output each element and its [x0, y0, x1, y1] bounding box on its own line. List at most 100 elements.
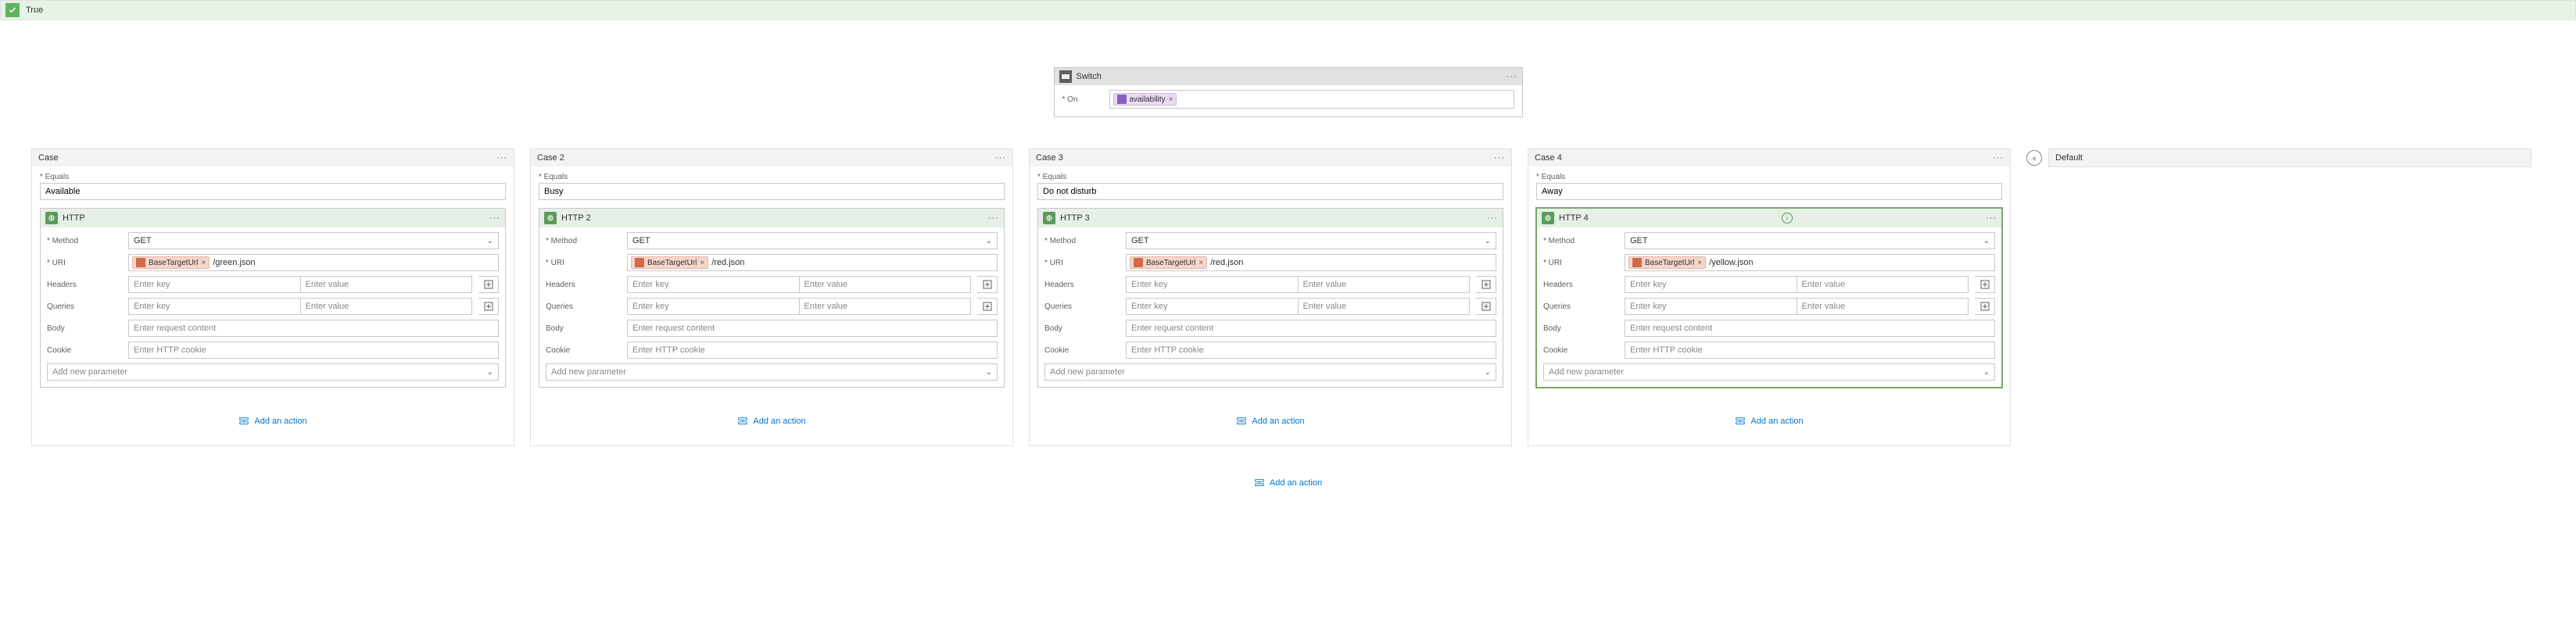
http-header[interactable]: HTTP 3 ··· [1038, 209, 1503, 227]
equals-input[interactable] [1536, 183, 2002, 200]
case-header[interactable]: Case 2 ··· [531, 149, 1012, 166]
http-header[interactable]: HTTP 4 i ··· [1537, 209, 2001, 227]
query-key-input[interactable]: Enter key [1625, 298, 1797, 315]
method-select[interactable]: GET⌄ [1625, 232, 1995, 249]
header-key-input[interactable]: Enter key [128, 276, 301, 293]
http-menu-button[interactable]: ··· [1986, 213, 1997, 223]
body-input[interactable]: Enter request content [627, 320, 998, 337]
token-base-target-url[interactable]: BaseTargetUrl× [132, 256, 210, 269]
body-input[interactable]: Enter request content [1625, 320, 1995, 337]
header-value-input[interactable]: Enter value [1299, 276, 1471, 293]
http-header[interactable]: HTTP ··· [41, 209, 505, 227]
case-header[interactable]: Case 4 ··· [1528, 149, 2010, 166]
case-menu-button[interactable]: ··· [995, 153, 1006, 163]
switch-header[interactable]: Switch ··· [1055, 68, 1522, 85]
condition-true-branch-header[interactable]: True [0, 0, 2576, 20]
headers-add-button[interactable] [977, 276, 998, 293]
token-remove-button[interactable]: × [700, 259, 704, 267]
equals-input[interactable] [1037, 183, 1503, 200]
add-action-case[interactable]: Add an action [1037, 416, 1503, 427]
header-key-input[interactable]: Enter key [1625, 276, 1797, 293]
header-value-input[interactable]: Enter value [1797, 276, 1969, 293]
case-card: Case 2 ··· * Equals HTTP 2 ··· * Method … [530, 148, 1013, 446]
header-key-input[interactable]: Enter key [1126, 276, 1299, 293]
query-value-input[interactable]: Enter value [301, 298, 473, 315]
header-key-input[interactable]: Enter key [627, 276, 800, 293]
queries-add-button[interactable] [977, 298, 998, 315]
uri-input[interactable]: BaseTargetUrl× /red.json [627, 254, 998, 271]
header-value-input[interactable]: Enter value [800, 276, 972, 293]
headers-add-button[interactable] [478, 276, 499, 293]
add-parameter-select[interactable]: Add new parameter⌄ [47, 363, 499, 381]
method-select[interactable]: GET⌄ [627, 232, 998, 249]
headers-add-button[interactable] [1476, 276, 1496, 293]
add-action-case[interactable]: Add an action [40, 416, 506, 427]
uri-input[interactable]: BaseTargetUrl× /green.json [128, 254, 499, 271]
uri-input[interactable]: BaseTargetUrl× /yellow.json [1625, 254, 1995, 271]
token-base-target-url[interactable]: BaseTargetUrl× [1130, 256, 1207, 269]
body-input[interactable]: Enter request content [128, 320, 499, 337]
add-parameter-select[interactable]: Add new parameter⌄ [1044, 363, 1496, 381]
method-select[interactable]: GET⌄ [128, 232, 499, 249]
headers-add-button[interactable] [1975, 276, 1995, 293]
add-case-button[interactable]: + [2026, 150, 2042, 166]
query-value-input[interactable]: Enter value [800, 298, 972, 315]
body-input[interactable]: Enter request content [1126, 320, 1496, 337]
queries-kv: Enter keyEnter value [627, 298, 971, 315]
http-menu-button[interactable]: ··· [1487, 213, 1498, 223]
query-value-input[interactable]: Enter value [1299, 298, 1471, 315]
default-header[interactable]: Default [2049, 149, 2531, 166]
add-action-case[interactable]: Add an action [539, 416, 1005, 427]
method-value: GET [1630, 236, 1648, 245]
http-header[interactable]: HTTP 2 ··· [539, 209, 1004, 227]
switch-card[interactable]: Switch ··· * On availability × [1054, 67, 1523, 117]
token-remove-button[interactable]: × [1697, 259, 1702, 267]
headers-label: Headers [47, 281, 122, 289]
info-icon[interactable]: i [1782, 213, 1793, 224]
add-parameter-select[interactable]: Add new parameter⌄ [1543, 363, 1995, 381]
token-base-target-url[interactable]: BaseTargetUrl× [631, 256, 708, 269]
queries-add-button[interactable] [1975, 298, 1995, 315]
header-value-input[interactable]: Enter value [301, 276, 473, 293]
case-header[interactable]: Case 3 ··· [1030, 149, 1511, 166]
query-key-input[interactable]: Enter key [128, 298, 301, 315]
queries-add-button[interactable] [478, 298, 499, 315]
token-base-target-url[interactable]: BaseTargetUrl× [1628, 256, 1706, 269]
cookie-label: Cookie [546, 346, 621, 355]
case-header[interactable]: Case ··· [32, 149, 514, 166]
queries-add-button[interactable] [1476, 298, 1496, 315]
query-value-input[interactable]: Enter value [1797, 298, 1969, 315]
equals-input[interactable] [539, 183, 1005, 200]
cookie-input[interactable]: Enter HTTP cookie [627, 342, 998, 359]
add-parameter-label: Add new parameter [1050, 367, 1125, 377]
add-parameter-label: Add new parameter [52, 367, 127, 377]
case-menu-button[interactable]: ··· [1494, 153, 1505, 163]
token-remove-button[interactable]: × [201, 259, 206, 267]
case-menu-button[interactable]: ··· [1993, 153, 2004, 163]
add-parameter-select[interactable]: Add new parameter⌄ [546, 363, 998, 381]
http-menu-button[interactable]: ··· [489, 213, 500, 223]
case-menu-button[interactable]: ··· [496, 153, 507, 163]
token-label: BaseTargetUrl [149, 259, 198, 267]
token-label: BaseTargetUrl [1146, 259, 1195, 267]
cookie-input[interactable]: Enter HTTP cookie [1126, 342, 1496, 359]
token-remove-button[interactable]: × [1169, 95, 1173, 104]
query-key-input[interactable]: Enter key [1126, 298, 1299, 315]
add-action-bottom[interactable]: Add an action [1254, 478, 1322, 488]
token-remove-button[interactable]: × [1198, 259, 1203, 267]
switch-menu-button[interactable]: ··· [1507, 72, 1517, 81]
headers-kv: Enter keyEnter value [1126, 276, 1470, 293]
headers-label: Headers [546, 281, 621, 289]
http-menu-button[interactable]: ··· [988, 213, 999, 223]
queries-kv: Enter keyEnter value [1126, 298, 1470, 315]
uri-input[interactable]: BaseTargetUrl× /red.json [1126, 254, 1496, 271]
headers-label: Headers [1543, 281, 1618, 289]
cookie-input[interactable]: Enter HTTP cookie [1625, 342, 1995, 359]
method-select[interactable]: GET⌄ [1126, 232, 1496, 249]
add-action-case[interactable]: Add an action [1536, 416, 2002, 427]
cookie-input[interactable]: Enter HTTP cookie [128, 342, 499, 359]
query-key-input[interactable]: Enter key [627, 298, 800, 315]
token-availability[interactable]: availability × [1113, 93, 1177, 106]
switch-on-input[interactable]: availability × [1109, 90, 1514, 109]
equals-input[interactable] [40, 183, 506, 200]
